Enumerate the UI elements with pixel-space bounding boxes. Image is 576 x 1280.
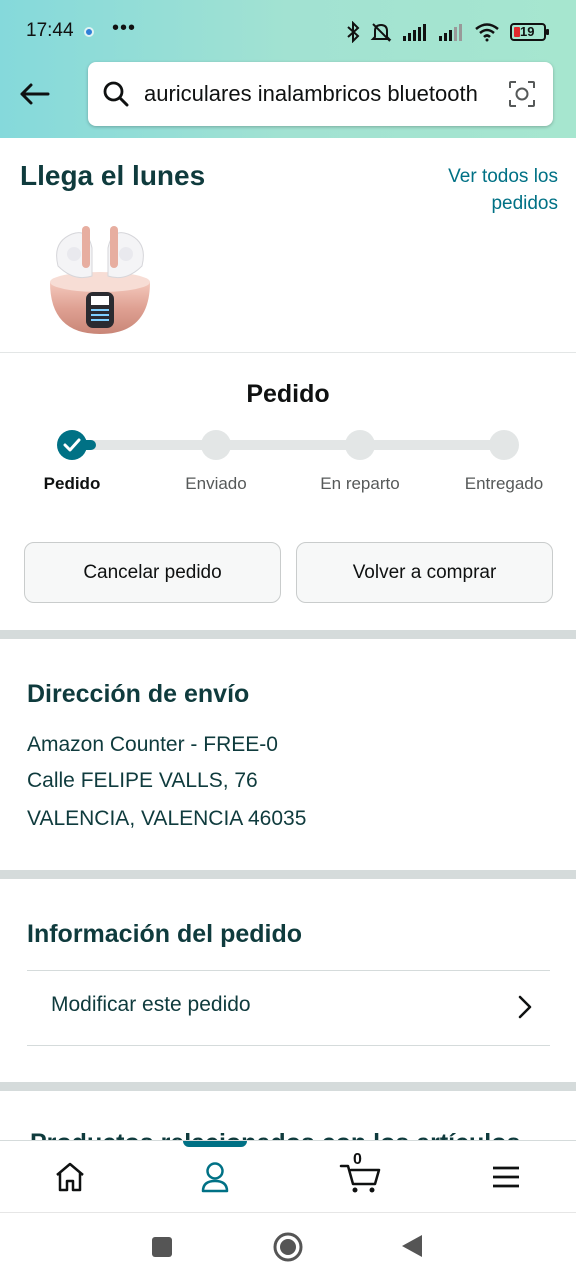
nav-cart[interactable]: 0 bbox=[335, 1151, 385, 1197]
step-dot-ordered bbox=[57, 430, 87, 460]
step-label-shipped: Enviado bbox=[185, 474, 247, 493]
search-bar[interactable]: auriculares inalambricos bluetooth bbox=[88, 62, 553, 126]
signal-2-icon bbox=[439, 24, 462, 41]
earbuds-image bbox=[50, 226, 150, 334]
modify-order-label: Modificar este pedido bbox=[51, 993, 251, 1016]
step-dot-out-for-delivery bbox=[345, 430, 375, 460]
arrival-title: Llega el lunes bbox=[20, 160, 206, 191]
step-dot-delivered bbox=[489, 430, 519, 460]
wifi-icon bbox=[475, 23, 499, 42]
progress-track bbox=[72, 440, 504, 450]
app-header: 17:44 ••• 19 auriculares inalambricos bl… bbox=[0, 0, 576, 138]
step-dot-shipped bbox=[201, 430, 231, 460]
address-line-3: VALENCIA, VALENCIA 46035 bbox=[27, 807, 307, 830]
back-arrow-icon bbox=[20, 83, 50, 105]
nav-home[interactable] bbox=[46, 1157, 94, 1197]
product-image[interactable] bbox=[44, 216, 156, 340]
check-icon bbox=[63, 438, 81, 452]
search-input[interactable]: auriculares inalambricos bluetooth bbox=[144, 81, 489, 107]
notification-dot-icon bbox=[84, 27, 94, 37]
step-label-delivered: Entregado bbox=[464, 474, 544, 493]
status-icons: 19 bbox=[346, 20, 549, 44]
home-icon bbox=[56, 1162, 84, 1192]
status-time: 17:44 bbox=[26, 20, 74, 41]
section-divider bbox=[0, 1082, 576, 1091]
camera-search-icon[interactable] bbox=[507, 79, 537, 109]
more-notifications-icon: ••• bbox=[112, 17, 137, 39]
buy-again-button[interactable]: Volver a comprar bbox=[296, 542, 553, 603]
shipping-title: Dirección de envío bbox=[27, 680, 250, 708]
nav-account[interactable] bbox=[191, 1157, 239, 1197]
cart-count: 0 bbox=[353, 1151, 362, 1168]
active-tab-indicator bbox=[183, 1141, 247, 1147]
home-circle-icon[interactable] bbox=[272, 1231, 304, 1263]
status-bar: 17:44 ••• 19 bbox=[0, 0, 576, 64]
modify-order-row[interactable]: Modificar este pedido bbox=[27, 970, 550, 1046]
bottom-nav: 0 bbox=[0, 1140, 576, 1212]
divider bbox=[0, 352, 576, 353]
battery-level: 19 bbox=[520, 24, 535, 39]
order-info-title: Información del pedido bbox=[27, 920, 303, 948]
battery-icon: 19 bbox=[510, 23, 549, 41]
section-divider bbox=[0, 870, 576, 879]
signal-icon bbox=[403, 24, 426, 41]
step-label-ordered: Pedido bbox=[43, 474, 101, 493]
back-button[interactable] bbox=[14, 76, 54, 112]
bluetooth-icon bbox=[347, 21, 360, 43]
silent-bell-icon bbox=[370, 23, 392, 42]
nav-menu[interactable] bbox=[482, 1157, 530, 1197]
menu-icon bbox=[493, 1166, 519, 1188]
section-divider bbox=[0, 630, 576, 639]
back-triangle-icon[interactable] bbox=[400, 1233, 424, 1259]
address-line-1: Amazon Counter - FREE-0 bbox=[27, 733, 278, 756]
account-icon bbox=[201, 1162, 229, 1193]
step-label-out-for-delivery: En reparto bbox=[320, 474, 400, 493]
recents-icon[interactable] bbox=[150, 1235, 174, 1259]
cancel-order-button[interactable]: Cancelar pedido bbox=[24, 542, 281, 603]
chevron-right-icon bbox=[518, 995, 532, 1019]
search-icon bbox=[103, 81, 129, 107]
system-nav-bar bbox=[0, 1212, 576, 1280]
all-orders-link[interactable]: Ver todos los pedidos bbox=[408, 163, 558, 217]
progress-title: Pedido bbox=[246, 380, 330, 408]
address-line-2: Calle FELIPE VALLS, 76 bbox=[27, 769, 258, 792]
